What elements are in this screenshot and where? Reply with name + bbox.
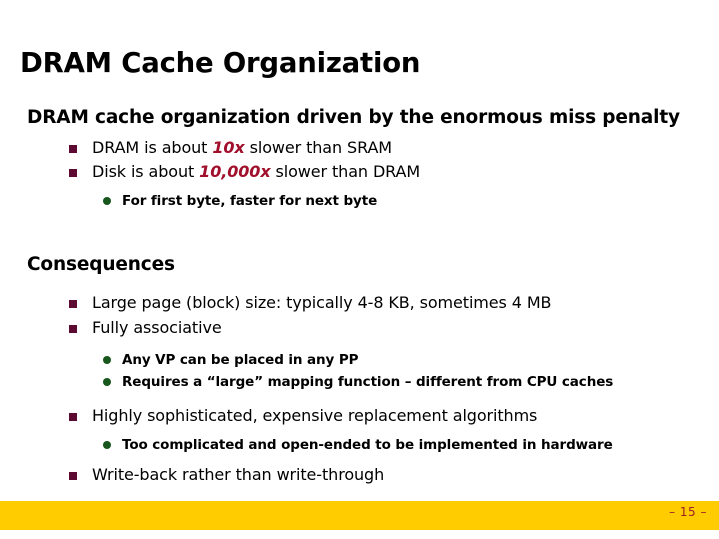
bullet-first-byte-latency: For first byte, faster for next byte <box>102 191 719 213</box>
slide: DRAM Cache Organization DRAM cache organ… <box>0 0 719 539</box>
bullet-text: Fully associative <box>92 317 222 337</box>
bullet-replacement-algorithms: Highly sophisticated, expensive replacem… <box>68 404 719 429</box>
emphasis-text: 10x <box>212 137 245 157</box>
square-bullet-icon <box>69 169 77 178</box>
square-bullet-icon <box>69 324 77 333</box>
square-bullet-icon <box>69 299 77 308</box>
bullet-text: Large page (block) size: typically 4-8 K… <box>92 292 552 312</box>
slide-title: DRAM Cache Organization <box>20 47 421 79</box>
bullet-text: Highly sophisticated, expensive replacem… <box>92 406 538 426</box>
bullet-too-complicated-for-hardware: Too complicated and open-ended to be imp… <box>102 435 719 457</box>
bullet-text-prefix: Disk is about <box>92 162 200 182</box>
bullet-text: Any VP can be placed in any PP <box>122 352 359 369</box>
bullet-large-mapping-function: Requires a “large” mapping function – di… <box>102 372 719 394</box>
bullet-any-vp-any-pp: Any VP can be placed in any PP <box>102 350 719 372</box>
footer-bar <box>0 501 719 530</box>
section-heading-dram-cache-organization: DRAM cache organization driven by the en… <box>27 107 680 128</box>
section-heading-consequences: Consequences <box>27 254 175 276</box>
square-bullet-icon <box>69 413 77 422</box>
bullet-text-suffix: slower than SRAM <box>244 137 393 157</box>
bullet-dram-slower-than-sram: DRAM is about 10x slower than SRAM <box>68 136 719 161</box>
bullet-text-prefix: DRAM is about <box>92 137 213 157</box>
bullet-text-suffix: slower than DRAM <box>270 162 421 182</box>
bullet-text: For first byte, faster for next byte <box>122 193 378 210</box>
bullet-disk-slower-than-dram: Disk is about 10,000x slower than DRAM <box>68 160 719 185</box>
emphasis-text: 10,000x <box>199 162 271 182</box>
page-number: – 15 – <box>669 505 707 519</box>
bullet-text: Requires a “large” mapping function – di… <box>122 374 614 391</box>
bullet-write-back: Write-back rather than write-through <box>68 463 719 488</box>
round-bullet-icon <box>103 440 111 449</box>
round-bullet-icon <box>103 197 111 206</box>
round-bullet-icon <box>103 356 111 365</box>
round-bullet-icon <box>103 378 111 387</box>
square-bullet-icon <box>69 144 77 153</box>
bullet-text: Too complicated and open-ended to be imp… <box>122 436 613 453</box>
slide-body: DRAM cache organization driven by the en… <box>0 106 719 488</box>
bullet-large-page-size: Large page (block) size: typically 4-8 K… <box>68 291 719 316</box>
square-bullet-icon <box>69 471 77 480</box>
bullet-text: Write-back rather than write-through <box>92 464 385 484</box>
bullet-fully-associative: Fully associative <box>68 316 719 341</box>
